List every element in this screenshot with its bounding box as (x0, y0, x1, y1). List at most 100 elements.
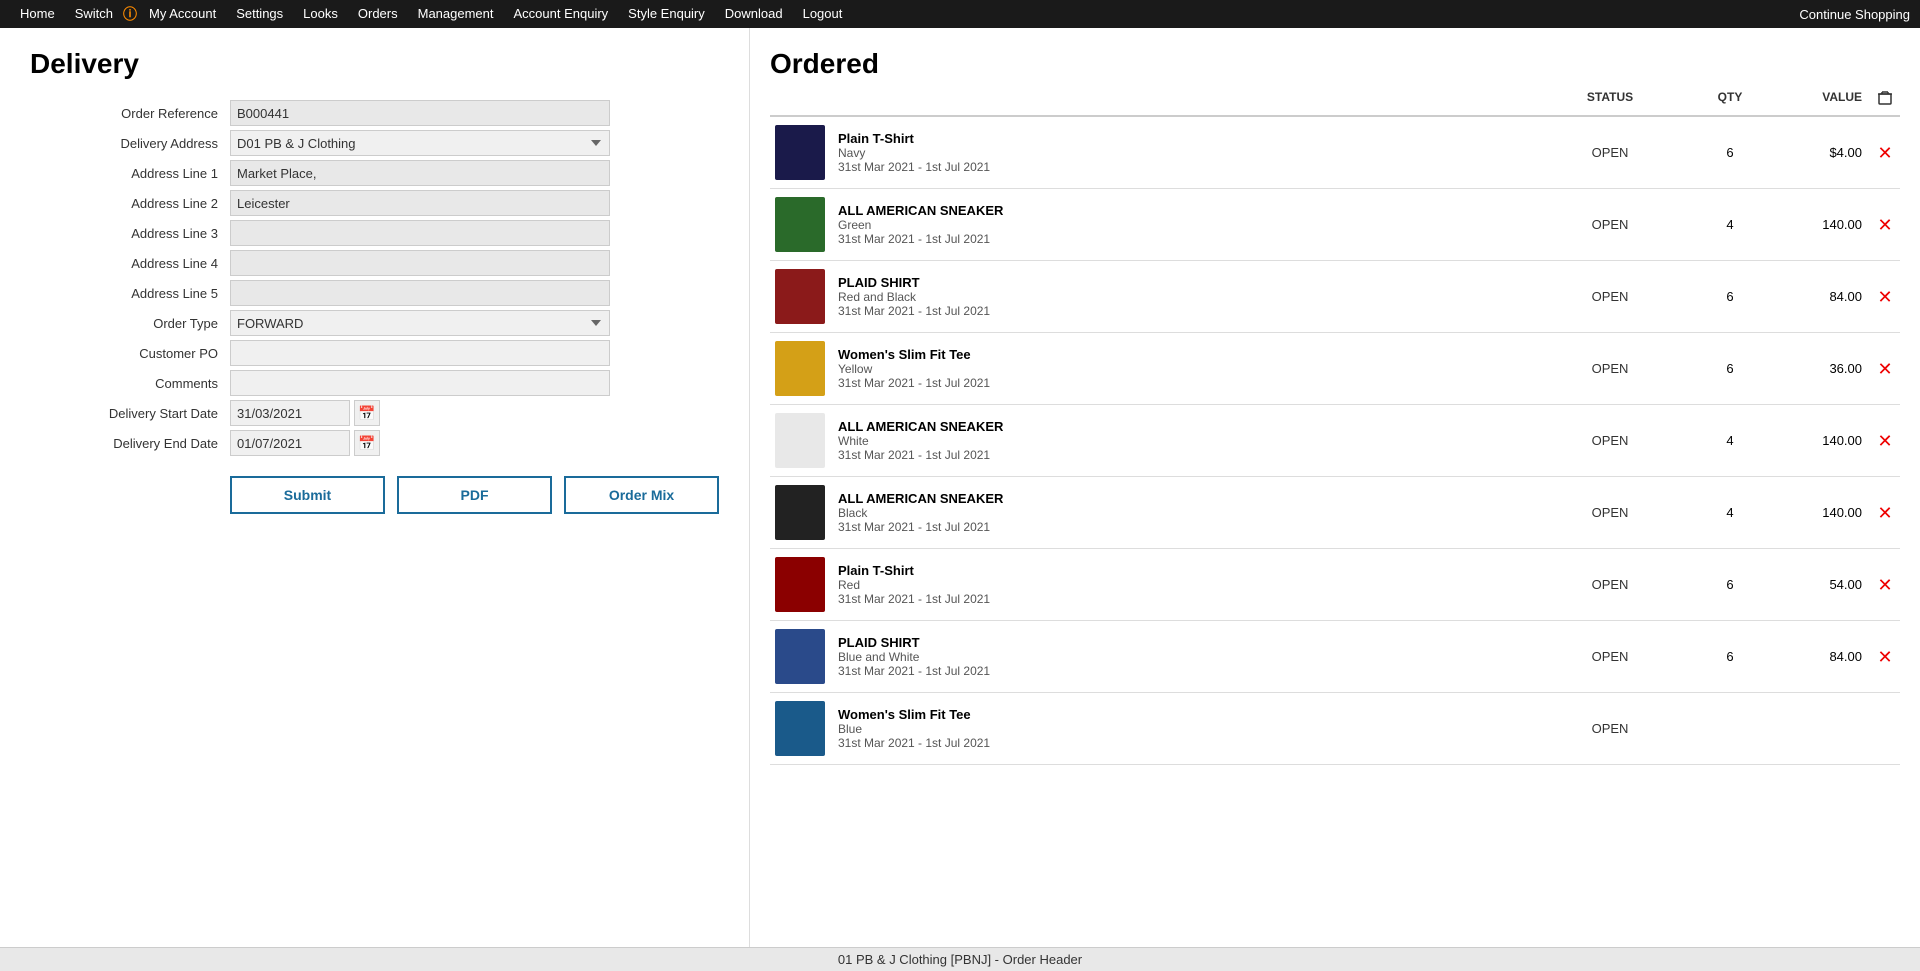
delivery-end-date-calendar-btn[interactable]: 📅 (354, 430, 380, 456)
delivery-start-date-calendar-btn[interactable]: 📅 (354, 400, 380, 426)
customer-po-input[interactable] (230, 340, 610, 366)
pdf-button[interactable]: PDF (397, 476, 552, 514)
delete-item-button[interactable]: ✕ (1877, 576, 1892, 594)
nav-right: Continue Shopping (1799, 7, 1910, 22)
order-type-select[interactable]: FORWARD IMMEDIATE CANCEL (230, 310, 610, 336)
product-image (775, 269, 825, 324)
delivery-end-date-input[interactable] (230, 430, 350, 456)
delete-item-button[interactable]: ✕ (1877, 504, 1892, 522)
address-line1-row: Address Line 1 (30, 160, 719, 186)
header-product (830, 90, 1530, 109)
nav-my-account[interactable]: My Account (139, 0, 226, 28)
address-line5-label: Address Line 5 (30, 286, 230, 301)
nav-logout[interactable]: Logout (793, 0, 853, 28)
order-items-list: Plain T-Shirt Navy 31st Mar 2021 - 1st J… (770, 117, 1900, 765)
order-reference-label: Order Reference (30, 106, 230, 121)
delete-item-button[interactable]: ✕ (1877, 648, 1892, 666)
order-status: OPEN (1530, 289, 1690, 304)
nav-style-enquiry[interactable]: Style Enquiry (618, 0, 715, 28)
continue-shopping-link[interactable]: Continue Shopping (1799, 7, 1910, 22)
comments-input[interactable] (230, 370, 610, 396)
delivery-end-date-label: Delivery End Date (30, 436, 230, 451)
order-type-label: Order Type (30, 316, 230, 331)
submit-button[interactable]: Submit (230, 476, 385, 514)
statusbar-text: 01 PB & J Clothing [PBNJ] - Order Header (838, 952, 1082, 967)
product-name: ALL AMERICAN SNEAKER (838, 203, 1530, 218)
address-line4-input[interactable] (230, 250, 610, 276)
order-img-cell (770, 701, 830, 756)
order-delete-cell: ✕ (1870, 360, 1900, 378)
delivery-title: Delivery (30, 48, 719, 80)
product-color: Blue and White (838, 650, 1530, 664)
nav-myaccount-wrapper: ⓘ My Account (123, 0, 226, 28)
product-name: Women's Slim Fit Tee (838, 347, 1530, 362)
order-delete-cell: ✕ (1870, 216, 1900, 234)
header-value: VALUE (1770, 90, 1870, 109)
product-name: Plain T-Shirt (838, 563, 1530, 578)
nav-looks[interactable]: Looks (293, 0, 348, 28)
address-line1-input[interactable] (230, 160, 610, 186)
product-name: ALL AMERICAN SNEAKER (838, 491, 1530, 506)
order-img-cell (770, 413, 830, 468)
table-row: PLAID SHIRT Blue and White 31st Mar 2021… (770, 621, 1900, 693)
delivery-address-select[interactable]: D01 PB & J Clothing (230, 130, 610, 156)
ordered-panel: Ordered STATUS QTY VALUE P (750, 28, 1920, 947)
order-img-cell (770, 557, 830, 612)
address-line2-input[interactable] (230, 190, 610, 216)
product-name: Women's Slim Fit Tee (838, 707, 1530, 722)
order-delete-cell: ✕ (1870, 504, 1900, 522)
product-color: Blue (838, 722, 1530, 736)
delivery-start-date-row: Delivery Start Date 📅 (30, 400, 719, 426)
order-value: 140.00 (1770, 505, 1870, 520)
main-container: Delivery Order Reference Delivery Addres… (0, 28, 1920, 947)
product-dates: 31st Mar 2021 - 1st Jul 2021 (838, 592, 1530, 606)
delete-item-button[interactable]: ✕ (1877, 144, 1892, 162)
order-value: 54.00 (1770, 577, 1870, 592)
product-info: Women's Slim Fit Tee Yellow 31st Mar 202… (830, 347, 1530, 390)
action-buttons: Submit PDF Order Mix (230, 476, 719, 514)
order-reference-row: Order Reference (30, 100, 719, 126)
delete-item-button[interactable]: ✕ (1877, 360, 1892, 378)
nav-account-enquiry[interactable]: Account Enquiry (504, 0, 619, 28)
header-status: STATUS (1530, 90, 1690, 109)
delivery-start-date-label: Delivery Start Date (30, 406, 230, 421)
statusbar: 01 PB & J Clothing [PBNJ] - Order Header (0, 947, 1920, 971)
delete-item-button[interactable]: ✕ (1877, 432, 1892, 450)
table-row: Plain T-Shirt Navy 31st Mar 2021 - 1st J… (770, 117, 1900, 189)
delete-item-button[interactable]: ✕ (1877, 216, 1892, 234)
address-line4-label: Address Line 4 (30, 256, 230, 271)
product-color: Red (838, 578, 1530, 592)
table-row: ALL AMERICAN SNEAKER Green 31st Mar 2021… (770, 189, 1900, 261)
nav-orders[interactable]: Orders (348, 0, 408, 28)
delivery-panel: Delivery Order Reference Delivery Addres… (0, 28, 750, 947)
order-img-cell (770, 485, 830, 540)
order-img-cell (770, 341, 830, 396)
order-status: OPEN (1530, 217, 1690, 232)
table-row: Women's Slim Fit Tee Yellow 31st Mar 202… (770, 333, 1900, 405)
nav-download[interactable]: Download (715, 0, 793, 28)
order-reference-input[interactable] (230, 100, 610, 126)
nav-home[interactable]: Home (10, 0, 65, 28)
delete-item-button[interactable]: ✕ (1877, 288, 1892, 306)
order-qty: 6 (1690, 289, 1770, 304)
delivery-start-date-input[interactable] (230, 400, 350, 426)
address-line3-input[interactable] (230, 220, 610, 246)
order-value: $4.00 (1770, 145, 1870, 160)
order-delete-cell: ✕ (1870, 576, 1900, 594)
product-image (775, 629, 825, 684)
order-status: OPEN (1530, 649, 1690, 664)
product-dates: 31st Mar 2021 - 1st Jul 2021 (838, 376, 1530, 390)
address-line5-input[interactable] (230, 280, 610, 306)
product-image (775, 485, 825, 540)
product-name: PLAID SHIRT (838, 635, 1530, 650)
product-image (775, 557, 825, 612)
order-mix-button[interactable]: Order Mix (564, 476, 719, 514)
delivery-address-label: Delivery Address (30, 136, 230, 151)
product-name: Plain T-Shirt (838, 131, 1530, 146)
nav-switch[interactable]: Switch (65, 0, 123, 28)
nav-management[interactable]: Management (408, 0, 504, 28)
ordered-title: Ordered (770, 48, 1900, 80)
comments-label: Comments (30, 376, 230, 391)
nav-settings[interactable]: Settings (226, 0, 293, 28)
address-line5-row: Address Line 5 (30, 280, 719, 306)
